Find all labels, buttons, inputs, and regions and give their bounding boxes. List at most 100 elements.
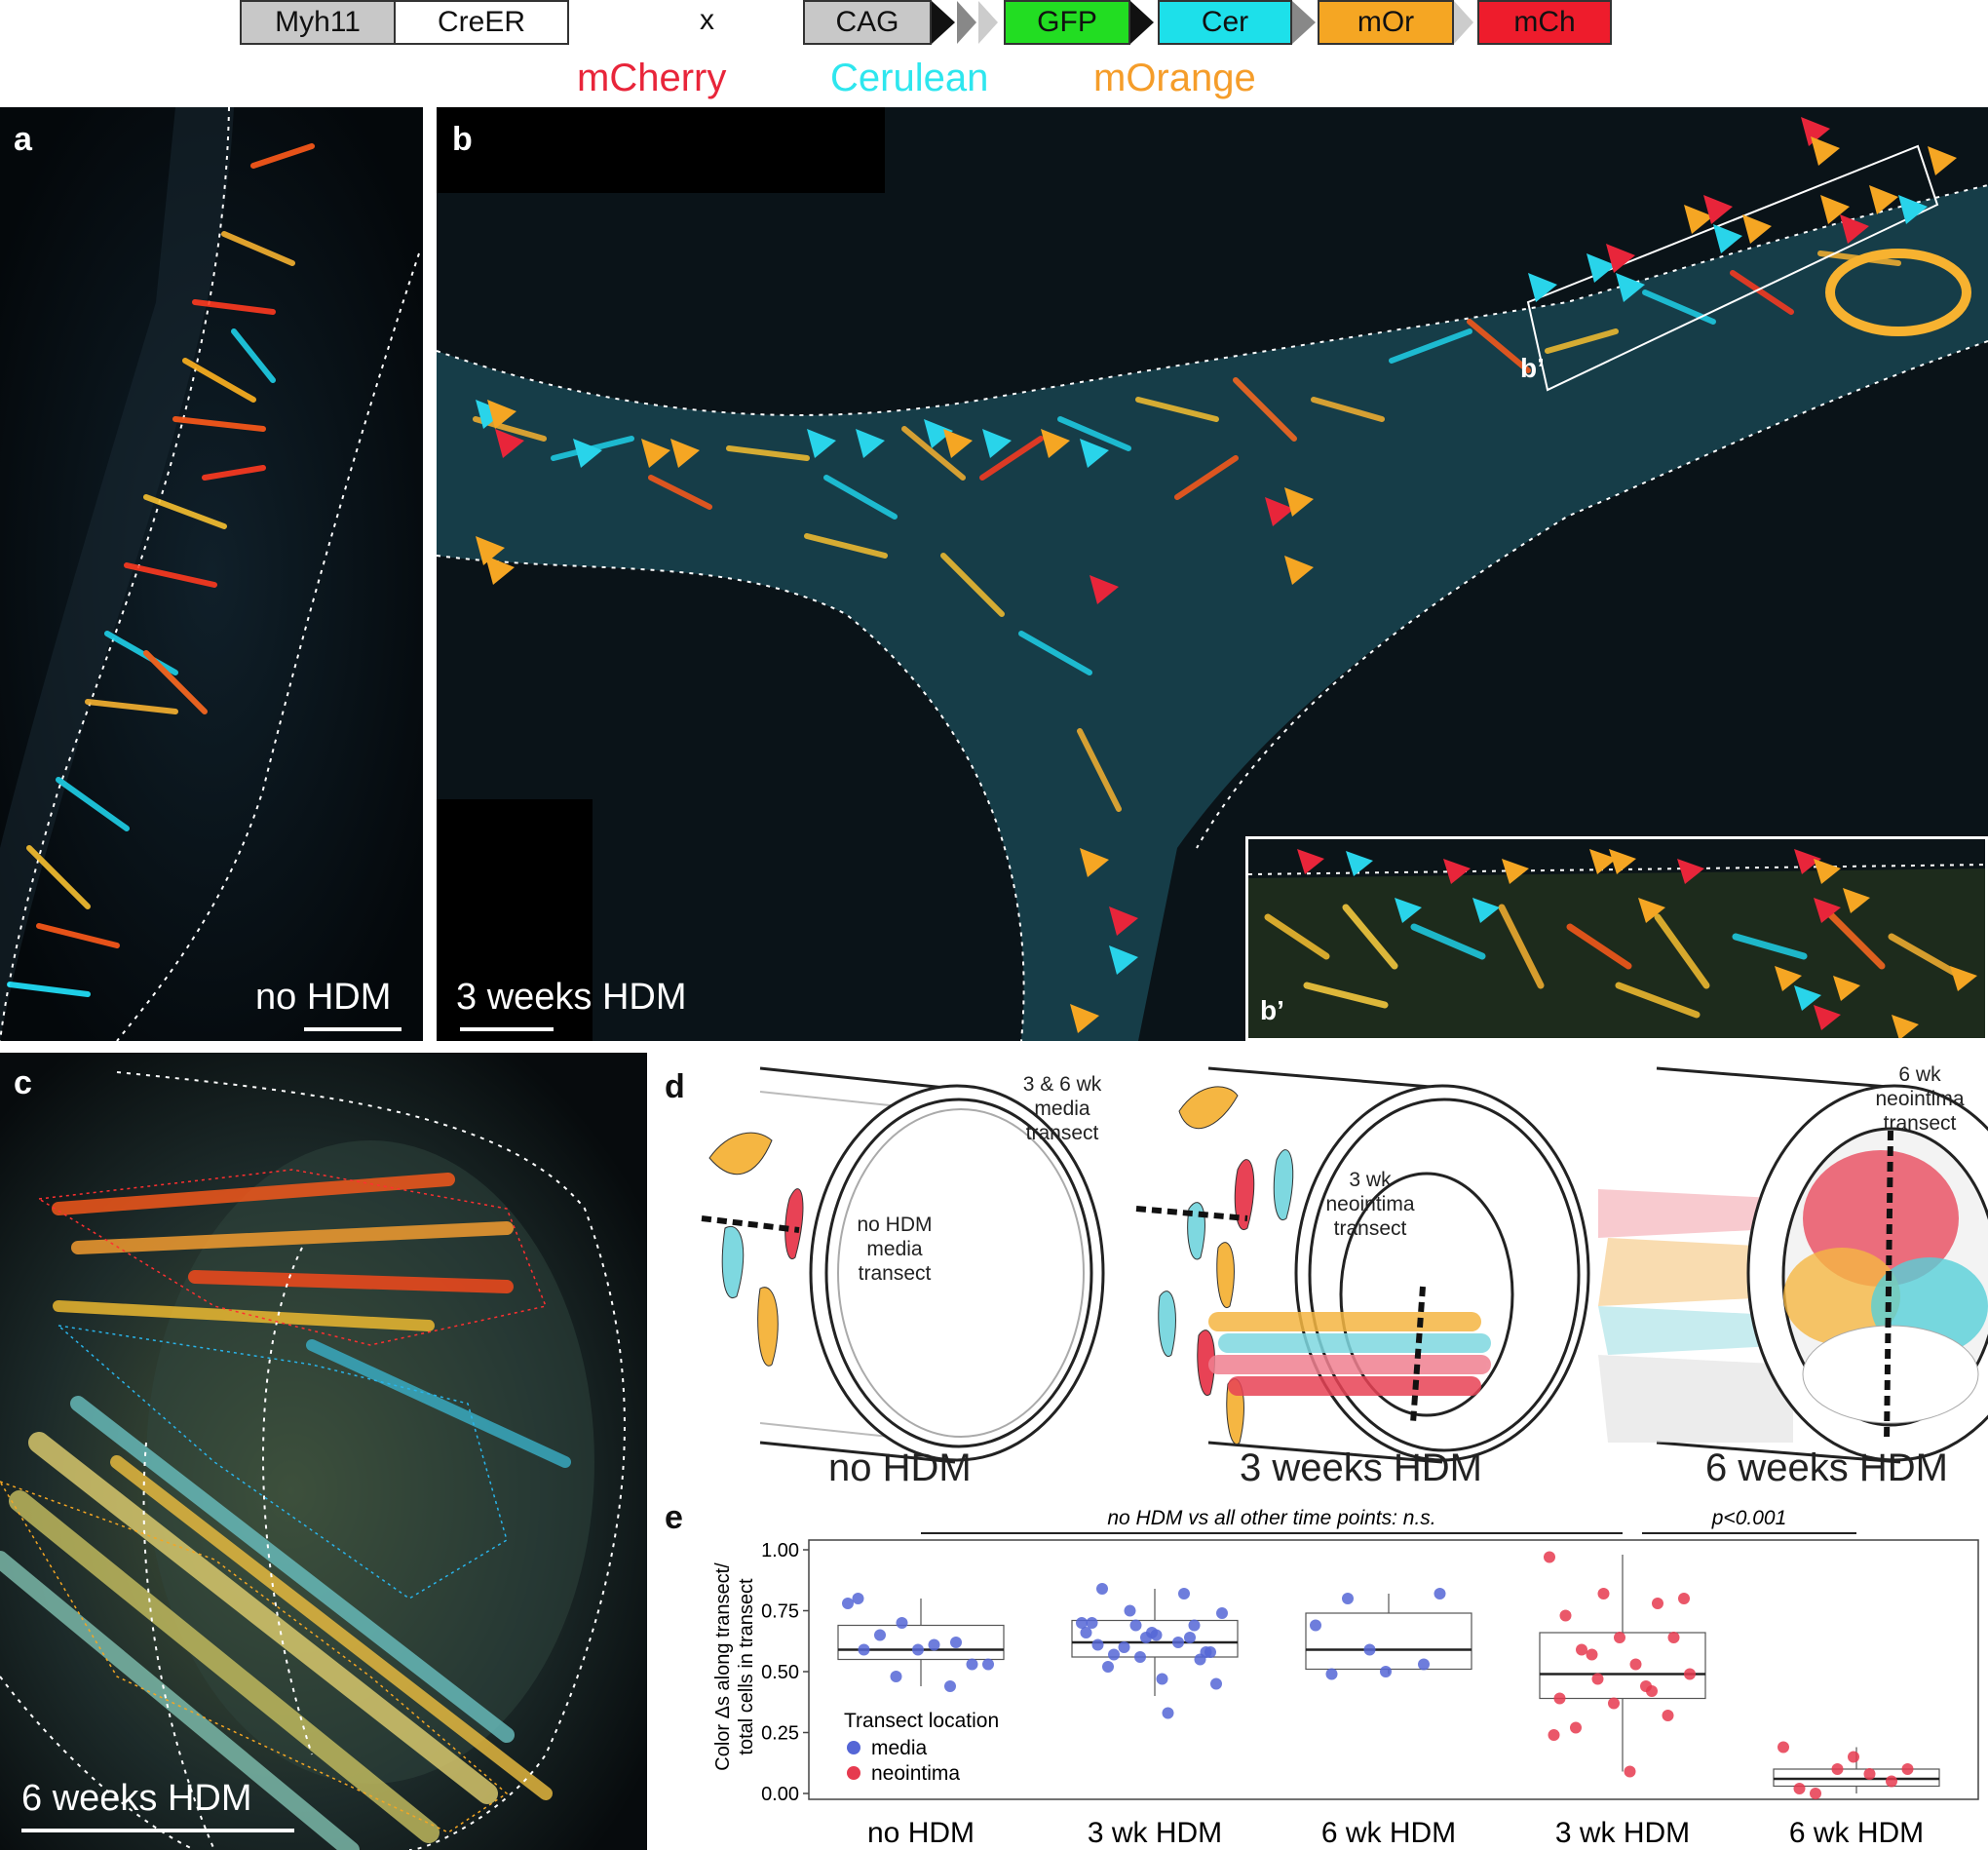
label-no-hdm-media-transect: no HDM media transect — [857, 1214, 933, 1285]
panel-c-image — [0, 1053, 647, 1850]
y-axis-label: Color Δs along transect/ — [712, 1562, 734, 1771]
caption-no-hdm: no HDM — [828, 1446, 972, 1489]
caption-3-weeks-hdm: 3 weeks HDM — [1240, 1446, 1482, 1489]
data-point — [1204, 1646, 1216, 1658]
panel-b-micrograph: b 3 weeks HDM b’ b’ — [437, 107, 1988, 1041]
panel-b-letter: b — [452, 121, 473, 158]
data-point — [1162, 1707, 1174, 1719]
data-point — [1178, 1588, 1190, 1599]
construct-mor: mOr — [1318, 0, 1454, 45]
data-point — [1886, 1775, 1897, 1788]
data-point — [1210, 1677, 1222, 1690]
chart-panel-e: Color Δs along transect/total cells in t… — [712, 1507, 1979, 1849]
data-point — [874, 1629, 886, 1641]
data-point — [1614, 1632, 1625, 1643]
panel-c-micrograph: c 6 weeks HDM — [0, 1053, 647, 1850]
annotation-ns: no HDM vs all other time points: n.s. — [1107, 1507, 1435, 1529]
legend-marker — [847, 1741, 860, 1754]
data-point — [1863, 1768, 1876, 1780]
y-axis-label-line2: total cells in transect — [736, 1578, 757, 1755]
lox-icon — [978, 1, 998, 44]
data-point — [896, 1617, 908, 1629]
construct-cross: x — [700, 4, 714, 36]
data-point — [1591, 1673, 1604, 1685]
data-point — [1597, 1588, 1610, 1599]
lox-icon — [1292, 1, 1316, 44]
legend-morange: mOrange — [1093, 57, 1256, 99]
y-tick-label: 1.00 — [761, 1540, 799, 1561]
data-point — [1553, 1692, 1566, 1705]
label-media-transect-3-6: 3 & 6 wk media transect — [1022, 1073, 1102, 1144]
x-tick-label: 3 wk HDM — [1088, 1817, 1222, 1849]
data-point — [1091, 1638, 1104, 1651]
data-point — [1810, 1788, 1821, 1799]
data-point — [1080, 1627, 1092, 1638]
data-point — [1667, 1632, 1680, 1643]
data-point — [1140, 1632, 1152, 1643]
y-tick-label: 0.25 — [761, 1723, 799, 1745]
data-point — [1096, 1583, 1108, 1595]
panel-b-inset: b’ — [1245, 836, 1988, 1041]
x-tick-label: 3 wk HDM — [1555, 1817, 1690, 1849]
legend-cerulean: Cerulean — [830, 57, 989, 99]
data-point — [1363, 1643, 1376, 1656]
data-point — [842, 1598, 854, 1609]
data-point — [1576, 1643, 1587, 1656]
lox-icon — [957, 1, 976, 44]
label-3wk-neointima-transect: 3 wk neointima transect — [1325, 1169, 1415, 1240]
scale-bar — [304, 1027, 401, 1031]
x-tick-label: no HDM — [867, 1817, 975, 1849]
x-tick-label: 6 wk HDM — [1321, 1817, 1456, 1849]
data-point — [1831, 1763, 1844, 1775]
lox-icon — [1454, 1, 1473, 44]
data-point — [1418, 1658, 1430, 1671]
annotation-p: p<0.001 — [1711, 1507, 1787, 1529]
construct-gfp: GFP — [1004, 0, 1130, 45]
data-point — [1793, 1783, 1806, 1794]
data-point — [1629, 1658, 1642, 1671]
data-point — [1624, 1765, 1636, 1778]
data-point — [928, 1638, 940, 1651]
legend-title: Transect location — [844, 1710, 999, 1732]
data-point — [890, 1671, 902, 1682]
legend-label: media — [871, 1737, 928, 1759]
y-tick-label: 0.00 — [761, 1784, 799, 1805]
panel-b-inset-image — [1248, 839, 1985, 1038]
y-tick-label: 0.50 — [761, 1662, 799, 1683]
data-point — [944, 1680, 956, 1692]
data-point — [1086, 1617, 1098, 1629]
data-point — [1662, 1710, 1674, 1721]
data-point — [1108, 1648, 1120, 1661]
panel-a-letter: a — [14, 121, 32, 158]
x-tick-label: 6 wk HDM — [1789, 1817, 1924, 1849]
data-point — [1194, 1653, 1206, 1666]
panel-b-inset-letter: b’ — [1260, 995, 1284, 1025]
scale-bar — [21, 1829, 294, 1832]
data-point — [912, 1643, 924, 1656]
data-point — [1134, 1651, 1146, 1663]
data-point — [1678, 1593, 1690, 1604]
loxp-icon — [932, 1, 955, 44]
label-6wk-neointima-transect: 6 wk neointima transect — [1875, 1063, 1965, 1135]
data-point — [1325, 1668, 1338, 1680]
legend-marker — [847, 1766, 860, 1780]
panel-c-caption: 6 weeks HDM — [21, 1778, 252, 1819]
panel-a-caption: no HDM — [255, 977, 392, 1018]
panel-b-caption: 3 weeks HDM — [456, 977, 687, 1018]
data-point — [1608, 1697, 1620, 1710]
data-point — [1848, 1751, 1859, 1763]
data-point — [852, 1593, 864, 1604]
data-point — [1156, 1673, 1168, 1685]
data-point — [950, 1637, 962, 1648]
construct-cer: Cer — [1158, 0, 1292, 45]
y-tick-label: 0.75 — [761, 1601, 799, 1623]
construct-mch: mCh — [1477, 0, 1612, 45]
scale-bar — [460, 1027, 554, 1031]
data-point — [1901, 1763, 1914, 1775]
legend-label: neointima — [871, 1762, 960, 1785]
data-point — [1124, 1604, 1136, 1617]
loxp-icon — [1130, 1, 1154, 44]
data-point — [1310, 1619, 1321, 1632]
panel-b-inset-label: b’ — [1520, 353, 1545, 383]
data-point — [1544, 1551, 1555, 1563]
